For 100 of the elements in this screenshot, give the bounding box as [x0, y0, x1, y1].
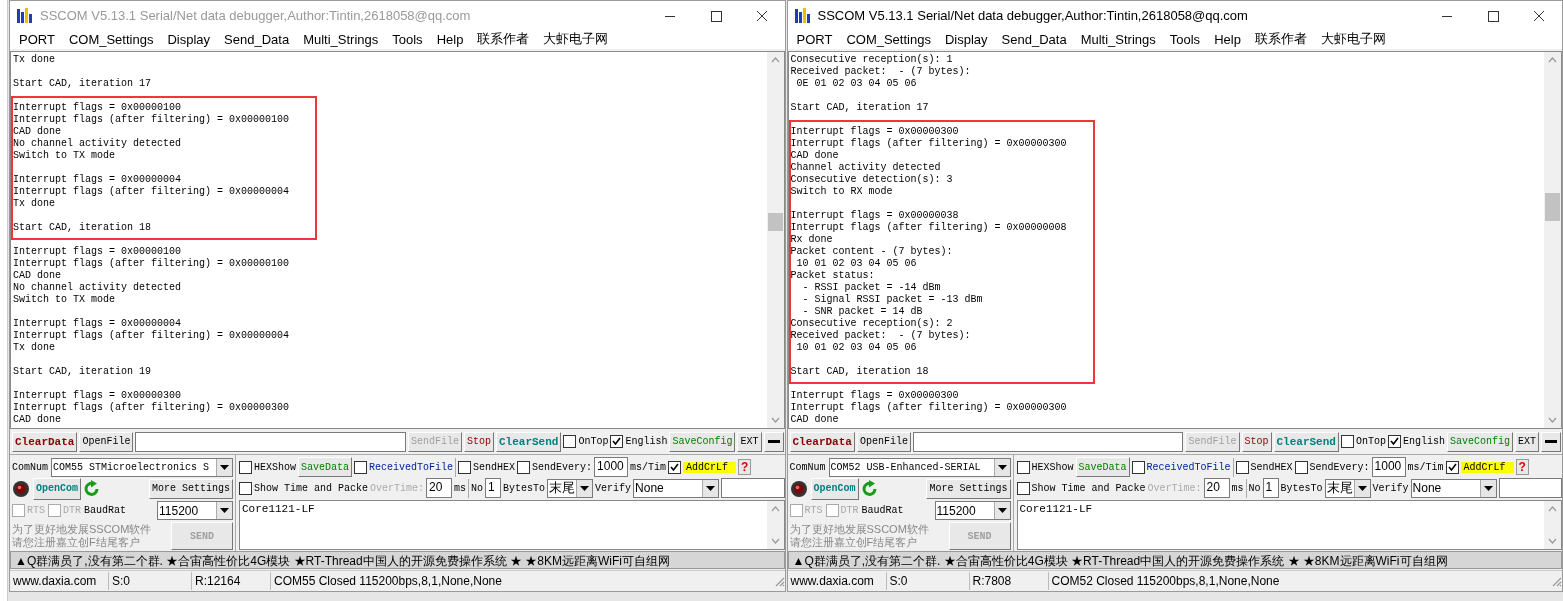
port-dropdown[interactable]: COM55 STMicroelectronics S: [51, 457, 233, 477]
menu-item[interactable]: Tools: [1162, 31, 1208, 47]
interval-field[interactable]: 1000: [1371, 457, 1406, 478]
port-dropdown[interactable]: COM52 USB-Enhanced-SERIAL: [828, 457, 1011, 477]
menu-item[interactable]: PORT: [12, 31, 62, 47]
on-top-checkbox[interactable]: OnTop: [563, 435, 609, 449]
baud-rate-dropdown[interactable]: 115200: [934, 501, 1011, 521]
menu-item[interactable]: Tools: [385, 31, 430, 47]
scrollbar[interactable]: [766, 51, 784, 428]
menu-item[interactable]: Display: [160, 31, 218, 47]
help-button[interactable]: ?: [1515, 459, 1529, 476]
caret-icon[interactable]: [1483, 485, 1493, 491]
resize-grip-icon[interactable]: [1550, 575, 1562, 588]
ext-button[interactable]: EXT: [737, 431, 762, 452]
english-checkbox[interactable]: English: [1387, 435, 1445, 449]
menu-item[interactable]: COM_Settings: [839, 31, 938, 47]
refresh-icon[interactable]: [84, 479, 100, 498]
show-time-checkbox[interactable]: Show Time and Packe: [239, 481, 369, 495]
hex-show-checkbox[interactable]: HEXShow: [239, 460, 296, 474]
menu-item[interactable]: Help: [1207, 31, 1248, 47]
bytes-to-dropdown[interactable]: 末尾: [1324, 478, 1371, 498]
checkmark-icon: [611, 436, 623, 448]
app-icon: [16, 6, 32, 25]
send-hex-checkbox[interactable]: SendHEX: [458, 460, 516, 474]
label: ms: [454, 482, 467, 494]
caret-icon[interactable]: [1357, 485, 1367, 491]
open-com-button[interactable]: OpenCom: [33, 477, 81, 500]
save-config-button[interactable]: SaveConfig: [1446, 431, 1513, 452]
scroll-thumb[interactable]: [767, 212, 783, 231]
label: No: [1248, 482, 1261, 494]
status-text: www.daxia.com: [10, 572, 109, 591]
verify-field[interactable]: [721, 478, 785, 499]
more-settings-button[interactable]: More Settings: [149, 478, 233, 499]
scrollbar[interactable]: [1544, 51, 1561, 428]
open-file-button[interactable]: OpenFile: [79, 431, 134, 452]
log-text: Interrupt flags = 0x00000300 Interrupt flags (after filtering) = 0x00000300 CAD done Channel activity detected Consecutive detection(s): 3 Switch to RX mode: [790, 125, 1067, 198]
stop-button[interactable]: Stop: [1241, 431, 1272, 452]
label: ms: [1231, 482, 1244, 494]
show-time-checkbox[interactable]: Show Time and Packe: [1016, 481, 1146, 495]
collapse-button[interactable]: [1541, 431, 1561, 452]
app-icon: [793, 6, 810, 25]
number-field[interactable]: 1: [485, 478, 502, 499]
hex-show-checkbox[interactable]: HEXShow: [1016, 460, 1074, 474]
collapse-button[interactable]: [763, 431, 784, 452]
caret-icon[interactable]: [997, 508, 1007, 514]
menu-item[interactable]: 联系作者: [470, 30, 537, 49]
overtime-field[interactable]: 20: [426, 478, 453, 499]
scroll-thumb[interactable]: [1545, 192, 1560, 221]
baud-rate-dropdown[interactable]: 115200: [157, 501, 233, 521]
clear-send-button[interactable]: ClearSend: [496, 431, 562, 452]
received-to-file-checkbox[interactable]: ReceivedToFile: [1131, 460, 1231, 474]
verify-dropdown[interactable]: None: [1410, 478, 1497, 498]
open-com-button[interactable]: OpenCom: [810, 477, 859, 500]
bytes-to-dropdown[interactable]: 末尾: [547, 478, 594, 498]
refresh-icon[interactable]: [861, 479, 878, 498]
save-data-button[interactable]: SaveData: [298, 457, 353, 478]
menu-item[interactable]: Display: [937, 31, 995, 47]
clear-data-button[interactable]: ClearData: [12, 431, 78, 452]
more-settings-button[interactable]: More Settings: [926, 478, 1011, 499]
overtime-field[interactable]: 20: [1203, 478, 1230, 499]
clear-send-button[interactable]: ClearSend: [1273, 431, 1339, 452]
caret-icon[interactable]: [706, 485, 716, 491]
menu-item[interactable]: Send_Data: [217, 31, 297, 47]
file-path-field[interactable]: [912, 431, 1184, 452]
caret-icon[interactable]: [580, 485, 590, 491]
log-text: Interrupt flags = 0x00000300 Interrupt flags (after filtering) = 0x00000300 CAD done: [790, 389, 1068, 426]
menu-item[interactable]: 大虾电子网: [536, 30, 616, 49]
menu-item[interactable]: COM_Settings: [61, 31, 161, 47]
log-text: Interrupt flags = 0x00000004 Interrupt flags (after filtering) = 0x00000004 Tx done: [13, 173, 290, 210]
verify-dropdown[interactable]: None: [633, 478, 720, 498]
label: BytesTo: [1280, 482, 1323, 494]
ext-button[interactable]: EXT: [1515, 431, 1539, 452]
caret-icon[interactable]: [220, 464, 229, 470]
number-field[interactable]: 1: [1262, 478, 1279, 499]
send-every-checkbox[interactable]: SendEvery:: [1294, 460, 1370, 474]
caret-icon[interactable]: [997, 464, 1007, 470]
menu-item[interactable]: Multi_Strings: [296, 31, 386, 47]
send-hex-checkbox[interactable]: SendHEX: [1235, 460, 1293, 474]
caret-icon[interactable]: [220, 508, 229, 514]
menu-item[interactable]: 联系作者: [1247, 30, 1314, 49]
verify-field[interactable]: [1498, 478, 1562, 499]
menu-item[interactable]: PORT: [789, 31, 840, 47]
help-button[interactable]: ?: [738, 459, 752, 476]
stop-button[interactable]: Stop: [464, 431, 494, 452]
received-to-file-checkbox[interactable]: ReceivedToFile: [354, 460, 454, 474]
menu-item[interactable]: Multi_Strings: [1073, 31, 1163, 47]
interval-field[interactable]: 1000: [594, 457, 629, 478]
scrollbar[interactable]: [1544, 500, 1561, 549]
menu-item[interactable]: Send_Data: [994, 31, 1074, 47]
open-file-button[interactable]: OpenFile: [856, 431, 911, 452]
file-path-field[interactable]: [135, 431, 406, 452]
english-checkbox[interactable]: English: [610, 435, 668, 449]
send-every-checkbox[interactable]: SendEvery:: [517, 460, 593, 474]
on-top-checkbox[interactable]: OnTop: [1340, 435, 1386, 449]
menu-item[interactable]: Help: [429, 31, 471, 47]
clear-data-button[interactable]: ClearData: [789, 431, 855, 452]
save-config-button[interactable]: SaveConfig: [669, 431, 736, 452]
scrollbar[interactable]: [766, 500, 784, 549]
save-data-button[interactable]: SaveData: [1075, 457, 1130, 478]
menu-item[interactable]: 大虾电子网: [1313, 30, 1393, 49]
